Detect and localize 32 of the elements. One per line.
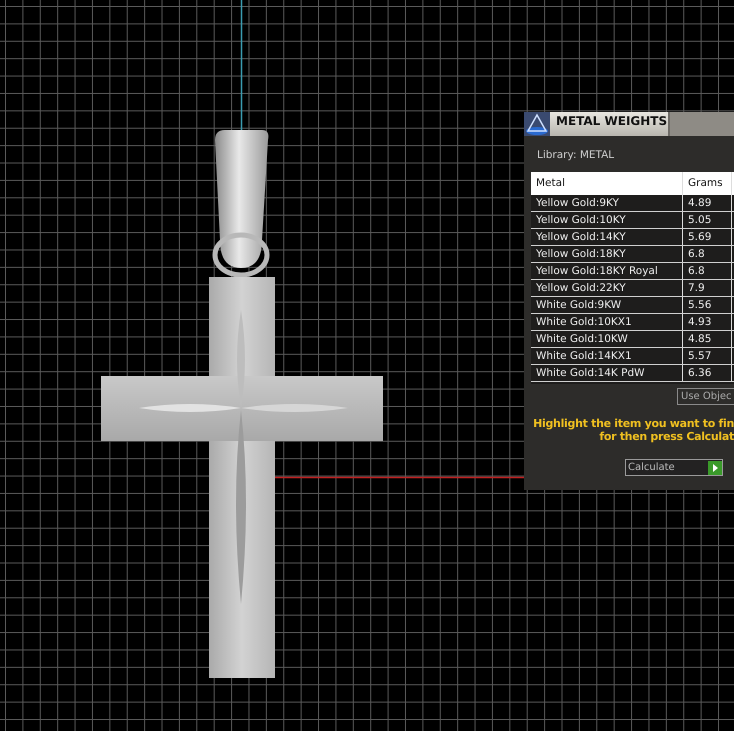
play-icon [708, 460, 722, 474]
table-cell: 6.36 [683, 365, 732, 381]
instruction-text: for then press Calculat [599, 430, 734, 443]
table-cell: 5.57 [683, 348, 732, 364]
table-cell: Yellow Gold:18KY [531, 246, 683, 262]
table-cell: White Gold:10KX1 [531, 314, 683, 330]
table-cell: Yellow Gold:14KY [531, 229, 683, 245]
column-header[interactable]: Metal [531, 172, 683, 195]
use-object-button[interactable]: Use Objec [677, 388, 734, 405]
table-cell: 4.89 [683, 195, 732, 211]
table-cell: 6.8 [683, 246, 732, 262]
table-cell: Yellow Gold:10KY [531, 212, 683, 228]
table-cell: 6.8 [683, 263, 732, 279]
pyramid-icon [524, 112, 550, 136]
table-cell: 4.93 [683, 314, 732, 330]
table-cell: 7.9 [683, 280, 732, 296]
table-cell: 5.69 [683, 229, 732, 245]
table-cell: White Gold:14K PdW [531, 365, 683, 381]
column-header[interactable]: Grams [683, 172, 732, 195]
panel-title[interactable]: METAL WEIGHTS [550, 112, 670, 136]
table-cell: 5.56 [683, 297, 732, 313]
table-cell: Yellow Gold:18KY Royal [531, 263, 683, 279]
table-cell: Yellow Gold:9KY [531, 195, 683, 211]
table-cell: 5.05 [683, 212, 732, 228]
table-cell: 4.85 [683, 331, 732, 347]
table-cell: White Gold:9KW [531, 297, 683, 313]
table-cell: White Gold:14KX1 [531, 348, 683, 364]
instruction-text: Highlight the item you want to fin [533, 417, 734, 430]
library-label: Library: METAL [536, 148, 616, 163]
calculate-button[interactable]: Calculate [625, 459, 723, 476]
table-cell: White Gold:10KW [531, 331, 683, 347]
table-cell: Yellow Gold:22KY [531, 280, 683, 296]
